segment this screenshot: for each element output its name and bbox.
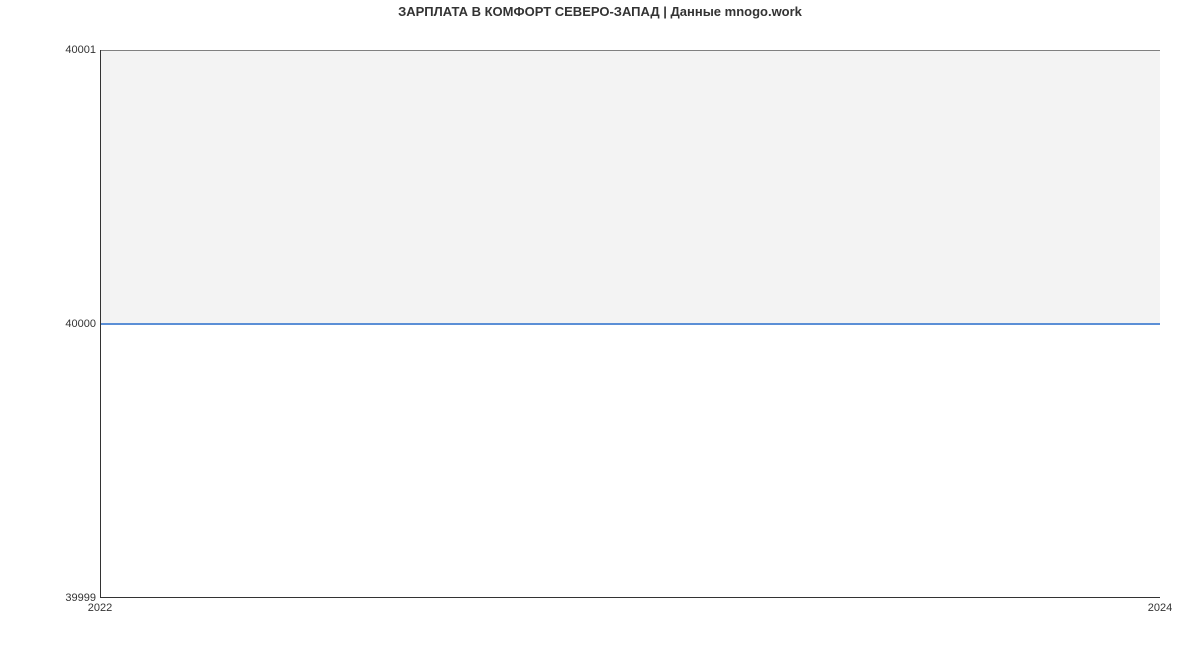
x-tick-label: 2024 — [1148, 602, 1172, 614]
chart-title: ЗАРПЛАТА В КОМФОРТ СЕВЕРО-ЗАПАД | Данные… — [0, 4, 1200, 19]
gridline-top — [101, 50, 1160, 51]
alt-band — [101, 50, 1160, 324]
y-tick-label: 40001 — [65, 44, 96, 56]
x-tick-label: 2022 — [88, 602, 112, 614]
chart-container: ЗАРПЛАТА В КОМФОРТ СЕВЕРО-ЗАПАД | Данные… — [0, 0, 1200, 650]
data-series-line — [101, 323, 1160, 325]
plot-area — [100, 50, 1160, 598]
y-tick-label: 40000 — [65, 318, 96, 330]
